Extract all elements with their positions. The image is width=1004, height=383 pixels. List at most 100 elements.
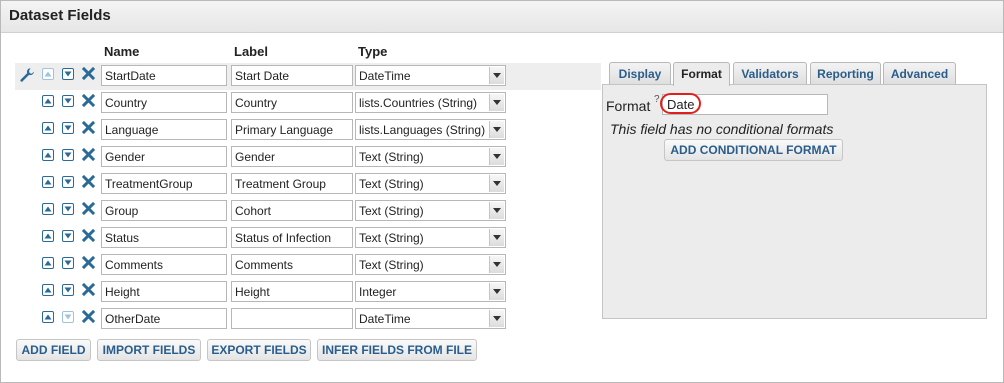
field-type-value: Text (String) <box>359 150 424 164</box>
page-title: Dataset Fields <box>9 7 111 24</box>
delete-icon[interactable] <box>81 201 96 218</box>
import-fields-button[interactable]: IMPORT FIELDS <box>97 339 201 361</box>
chevron-down-icon[interactable] <box>489 310 504 327</box>
move-up-icon[interactable] <box>42 149 54 161</box>
highlight-circle <box>660 93 701 114</box>
move-down-icon[interactable] <box>62 203 74 215</box>
tab-advanced[interactable]: Advanced <box>883 62 956 85</box>
move-up-icon[interactable] <box>42 68 54 80</box>
delete-icon[interactable] <box>81 147 96 164</box>
field-type-select[interactable]: Text (String) <box>355 173 506 194</box>
chevron-down-icon[interactable] <box>489 283 504 300</box>
field-type-select[interactable]: Text (String) <box>355 227 506 248</box>
field-name-input[interactable]: Status <box>101 227 227 248</box>
move-up-icon[interactable] <box>42 176 54 188</box>
field-label-input[interactable]: Height <box>231 281 353 302</box>
chevron-down-icon[interactable] <box>489 148 504 165</box>
move-down-icon[interactable] <box>62 95 74 107</box>
move-down-icon[interactable] <box>62 68 74 80</box>
move-up-icon[interactable] <box>42 257 54 269</box>
field-type-select[interactable]: Text (String) <box>355 146 506 167</box>
tab-format[interactable]: Format <box>673 62 730 86</box>
field-type-value: Text (String) <box>359 204 424 218</box>
field-name-input[interactable]: TreatmentGroup <box>101 173 227 194</box>
field-name-input[interactable]: Comments <box>101 254 227 275</box>
chevron-down-icon[interactable] <box>489 175 504 192</box>
move-up-icon[interactable] <box>42 230 54 242</box>
chevron-down-icon[interactable] <box>489 94 504 111</box>
column-header-name: Name <box>104 44 140 59</box>
field-type-value: lists.Languages (String) <box>359 123 486 137</box>
infer-fields-button[interactable]: INFER FIELDS FROM FILE <box>317 339 477 361</box>
move-down-icon[interactable] <box>62 122 74 134</box>
move-up-icon[interactable] <box>42 311 54 323</box>
delete-icon[interactable] <box>81 309 96 326</box>
delete-icon[interactable] <box>81 174 96 191</box>
field-label-input[interactable]: Status of Infection <box>231 227 353 248</box>
move-up-icon[interactable] <box>42 95 54 107</box>
field-type-select[interactable]: lists.Countries (String) <box>355 92 506 113</box>
field-row: Country Country lists.Countries (String) <box>0 90 600 117</box>
delete-icon[interactable] <box>81 255 96 272</box>
field-type-select[interactable]: lists.Languages (String) <box>355 119 506 140</box>
move-down-icon[interactable] <box>62 284 74 296</box>
field-row: Language Primary Language lists.Languages … <box>0 117 600 144</box>
field-type-select[interactable]: Integer <box>355 281 506 302</box>
chevron-down-icon[interactable] <box>489 256 504 273</box>
add-conditional-format-button[interactable]: ADD CONDITIONAL FORMAT <box>664 139 843 161</box>
field-type-value: DateTime <box>359 312 411 326</box>
field-name-input[interactable]: OtherDate <box>101 308 227 329</box>
field-type-select[interactable]: DateTime <box>355 65 506 86</box>
field-label-input[interactable]: Country <box>231 92 353 113</box>
move-down-icon[interactable] <box>62 149 74 161</box>
delete-icon[interactable] <box>81 93 96 110</box>
move-down-icon[interactable] <box>62 311 74 323</box>
field-name-input[interactable]: Height <box>101 281 227 302</box>
no-conditional-formats-text: This field has no conditional formats <box>610 121 834 137</box>
wrench-icon[interactable] <box>19 67 35 86</box>
tab-reporting[interactable]: Reporting <box>810 62 881 85</box>
chevron-down-icon[interactable] <box>489 121 504 138</box>
export-fields-button[interactable]: EXPORT FIELDS <box>207 339 311 361</box>
move-down-icon[interactable] <box>62 257 74 269</box>
move-up-icon[interactable] <box>42 203 54 215</box>
field-row: StartDate Start Date DateTime <box>0 63 600 90</box>
field-label-input[interactable]: Comments <box>231 254 353 275</box>
field-name-input[interactable]: Country <box>101 92 227 113</box>
field-label-input[interactable]: Treatment Group <box>231 173 353 194</box>
delete-icon[interactable] <box>81 282 96 299</box>
delete-icon[interactable] <box>81 66 96 83</box>
field-row: Gender Gender Text (String) <box>0 144 600 171</box>
field-name-input[interactable]: Gender <box>101 146 227 167</box>
field-name-input[interactable]: Group <box>101 200 227 221</box>
field-row: TreatmentGroup Treatment Group Text (Strin… <box>0 171 600 198</box>
format-label: Format <box>606 98 651 114</box>
move-down-icon[interactable] <box>62 230 74 242</box>
chevron-down-icon[interactable] <box>489 202 504 219</box>
move-up-icon[interactable] <box>42 284 54 296</box>
field-type-select[interactable]: DateTime <box>355 308 506 329</box>
field-type-select[interactable]: Text (String) <box>355 200 506 221</box>
field-label-input[interactable]: Start Date <box>231 65 353 86</box>
delete-icon[interactable] <box>81 120 96 137</box>
move-up-icon[interactable] <box>42 122 54 134</box>
tab-validators[interactable]: Validators <box>733 62 807 85</box>
tab-display[interactable]: Display <box>609 62 671 85</box>
field-type-select[interactable]: Text (String) <box>355 254 506 275</box>
title-bar: Dataset Fields <box>1 1 1003 33</box>
column-header-label: Label <box>234 44 268 59</box>
field-label-input[interactable]: Gender <box>231 146 353 167</box>
field-name-input[interactable]: Language <box>101 119 227 140</box>
field-label-input[interactable]: Primary Language <box>231 119 353 140</box>
field-label-input[interactable]: Cohort <box>231 200 353 221</box>
format-tab-panel <box>602 84 987 319</box>
field-name-input[interactable]: StartDate <box>101 65 227 86</box>
add-field-button[interactable]: ADD FIELD <box>16 339 91 361</box>
field-type-value: Text (String) <box>359 177 424 191</box>
field-label-input[interactable] <box>231 308 353 329</box>
move-down-icon[interactable] <box>62 176 74 188</box>
help-icon[interactable]: ? <box>654 94 660 105</box>
delete-icon[interactable] <box>81 228 96 245</box>
chevron-down-icon[interactable] <box>489 229 504 246</box>
chevron-down-icon[interactable] <box>489 67 504 84</box>
